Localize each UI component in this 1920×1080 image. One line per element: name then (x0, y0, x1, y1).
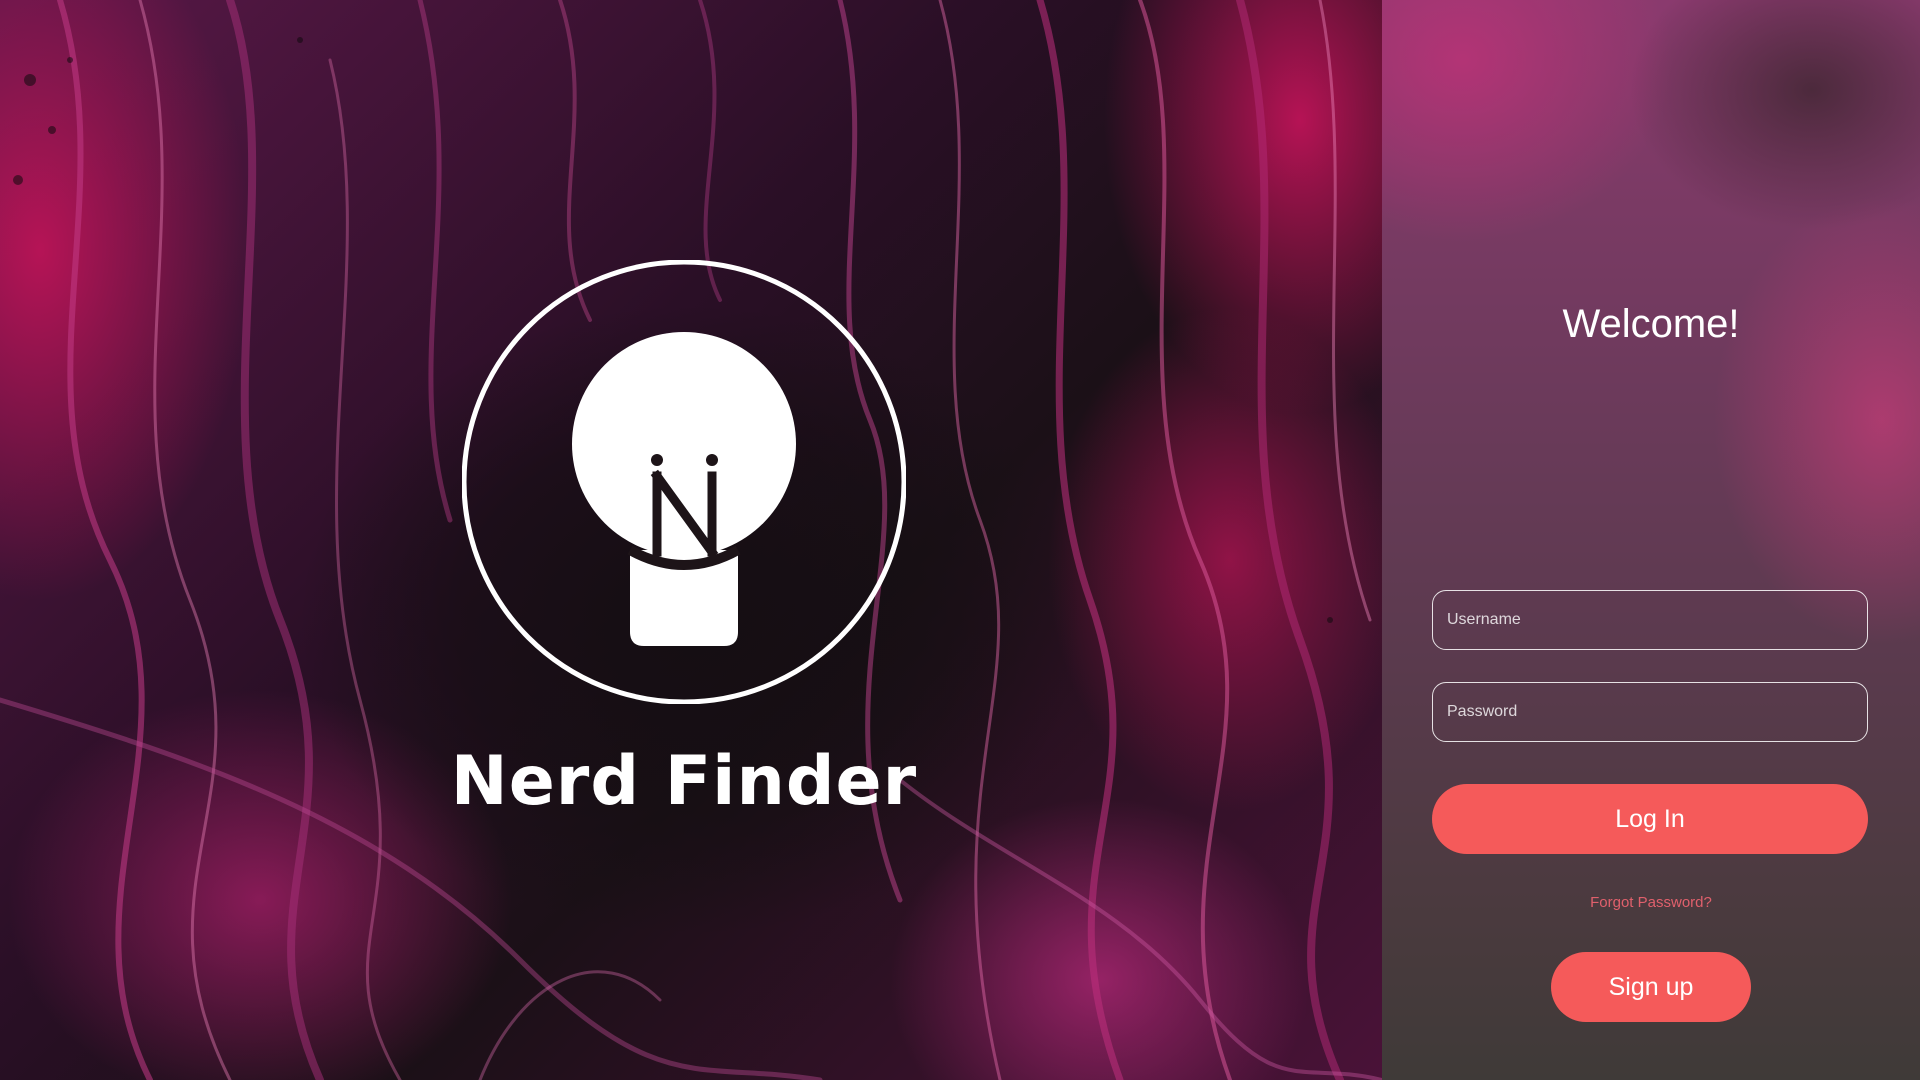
login-screen: Nerd Finder Welcome! Log In Forgot Passw… (0, 0, 1920, 1080)
login-panel: Welcome! Log In Forgot Password? Sign up (1382, 0, 1920, 1080)
hero-background: Nerd Finder (0, 0, 1382, 1080)
login-button[interactable]: Log In (1432, 784, 1868, 854)
forgot-password-link[interactable]: Forgot Password? (1382, 894, 1920, 911)
username-input[interactable] (1432, 590, 1868, 650)
nerd-finder-logo (462, 260, 906, 704)
brand-title: Nerd Finder (450, 742, 918, 821)
password-input[interactable] (1432, 682, 1868, 742)
signup-button[interactable]: Sign up (1551, 952, 1751, 1022)
welcome-heading: Welcome! (1562, 302, 1740, 346)
